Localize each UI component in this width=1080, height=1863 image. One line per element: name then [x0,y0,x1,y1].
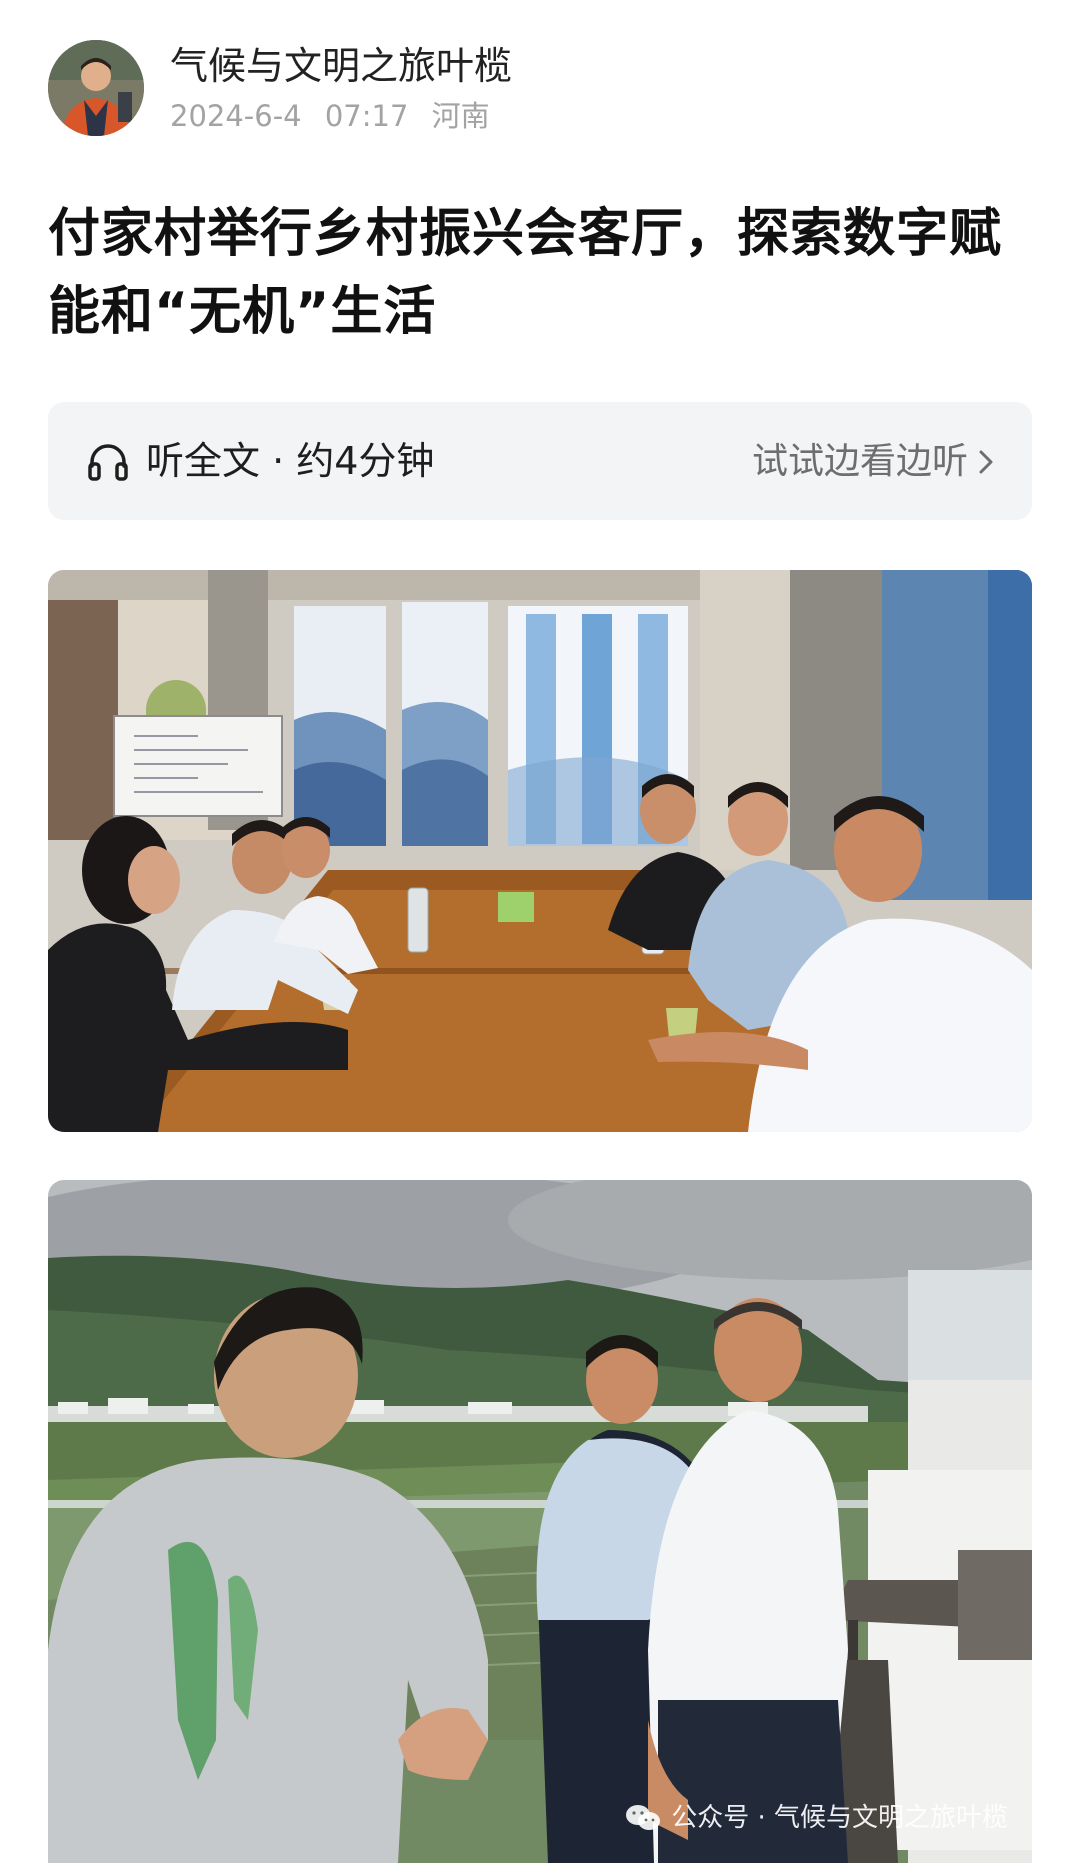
watermark-text: 公众号 · 气候与文明之旅叶榄 [671,1803,1008,1833]
post-time: 07:17 [324,99,409,133]
author-name[interactable]: 气候与文明之旅叶榄 [170,42,512,90]
terrace-photo[interactable]: 公众号 · 气候与文明之旅叶榄 [48,1180,1032,1863]
post-date: 2024-6-4 [170,99,302,133]
headphone-icon [88,444,128,481]
post-location: 河南 [431,99,490,133]
wechat-icon [626,1805,661,1830]
listen-while-reading-link[interactable]: 试试边看边听 [752,438,968,486]
post-meta: 2024-6-4 07:17 河南 [170,96,504,136]
listen-bar[interactable]: 听全文 · 约4分钟 试试边看边听 [48,402,1032,520]
watermark: 公众号 · 气候与文明之旅叶榄 [625,1801,1008,1835]
article-title: 付家村举行乡村振兴会客厅，探索数字赋能和“无机”生活 [48,204,1003,342]
meeting-room-photo[interactable] [48,570,1032,1132]
listen-full-text-label[interactable]: 听全文 · 约4分钟 [146,436,434,486]
chevron-right-icon[interactable] [976,446,996,478]
author-header: 气候与文明之旅叶榄 2024-6-4 07:17 河南 [48,40,1032,140]
avatar[interactable] [48,40,144,136]
